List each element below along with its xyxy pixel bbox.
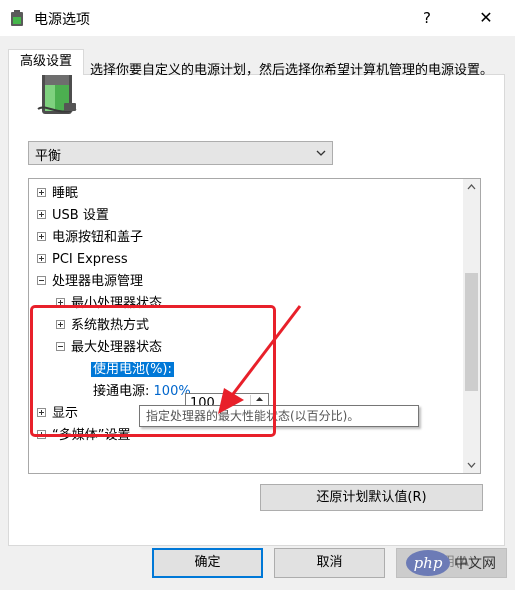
- expand-icon[interactable]: [56, 320, 65, 329]
- tree-item-power-buttons[interactable]: 电源按钮和盖子: [37, 227, 143, 249]
- tooltip: 指定处理器的最大性能状态(以百分比)。: [139, 405, 419, 427]
- expand-icon[interactable]: [37, 210, 46, 219]
- tab-advanced-settings[interactable]: 高级设置: [8, 49, 84, 75]
- tree-item-min-processor-state[interactable]: 最小处理器状态: [56, 293, 162, 315]
- on-battery-label: 使用电池(%):: [91, 362, 174, 377]
- expand-icon[interactable]: [56, 298, 65, 307]
- ok-button[interactable]: 确定: [152, 548, 263, 578]
- scroll-down-icon[interactable]: [467, 460, 476, 469]
- cancel-button[interactable]: 取消: [274, 548, 385, 578]
- scroll-up-icon[interactable]: [467, 183, 476, 192]
- tree-item-cooling-policy[interactable]: 系统散热方式: [56, 315, 149, 337]
- chevron-down-icon: [316, 150, 326, 156]
- collapse-icon[interactable]: [37, 276, 46, 285]
- expand-icon[interactable]: [37, 188, 46, 197]
- scrollbar-thumb[interactable]: [465, 273, 478, 391]
- power-plan-value: 平衡: [35, 149, 62, 164]
- on-battery-row[interactable]: 使用电池(%):: [91, 359, 174, 381]
- tree-item-multimedia[interactable]: “多媒体”设置: [37, 425, 130, 447]
- expand-icon[interactable]: [37, 408, 46, 417]
- plan-description: 选择你要自定义的电源计划，然后选择你希望计算机管理的电源设置。: [90, 63, 494, 78]
- tree-item-processor-power[interactable]: 处理器电源管理: [37, 271, 143, 293]
- help-button[interactable]: ?: [412, 6, 442, 30]
- tree-item-pci-express[interactable]: PCI Express: [37, 249, 128, 271]
- expand-icon[interactable]: [37, 254, 46, 263]
- tree-item-sleep[interactable]: 睡眠: [37, 183, 78, 205]
- battery-app-icon: [11, 10, 23, 26]
- plugged-in-row: 接通电源: 100%: [93, 381, 191, 403]
- power-plan-dropdown[interactable]: 平衡: [28, 141, 333, 165]
- vertical-scrollbar[interactable]: [463, 179, 480, 473]
- title-bar: 电源选项 ? ✕: [0, 0, 515, 36]
- expand-icon[interactable]: [37, 232, 46, 241]
- close-button[interactable]: ✕: [468, 6, 504, 30]
- expand-icon[interactable]: [37, 430, 46, 439]
- spin-up-icon: [256, 397, 263, 401]
- restore-defaults-button[interactable]: 还原计划默认值(R): [260, 484, 483, 511]
- window-title: 电源选项: [34, 12, 90, 28]
- apply-button[interactable]: 应用(A): [396, 548, 507, 578]
- plugged-in-label: 接通电源:: [93, 384, 150, 399]
- tree-item-usb[interactable]: USB 设置: [37, 205, 109, 227]
- collapse-icon[interactable]: [56, 342, 65, 351]
- settings-tree[interactable]: 睡眠 USB 设置 电源按钮和盖子 PCI Express 处理器电源管理 最小…: [28, 178, 481, 474]
- tree-item-max-processor-state[interactable]: 最大处理器状态: [56, 337, 162, 359]
- tree-item-display[interactable]: 显示: [37, 403, 78, 425]
- spin-up-button[interactable]: [251, 395, 267, 404]
